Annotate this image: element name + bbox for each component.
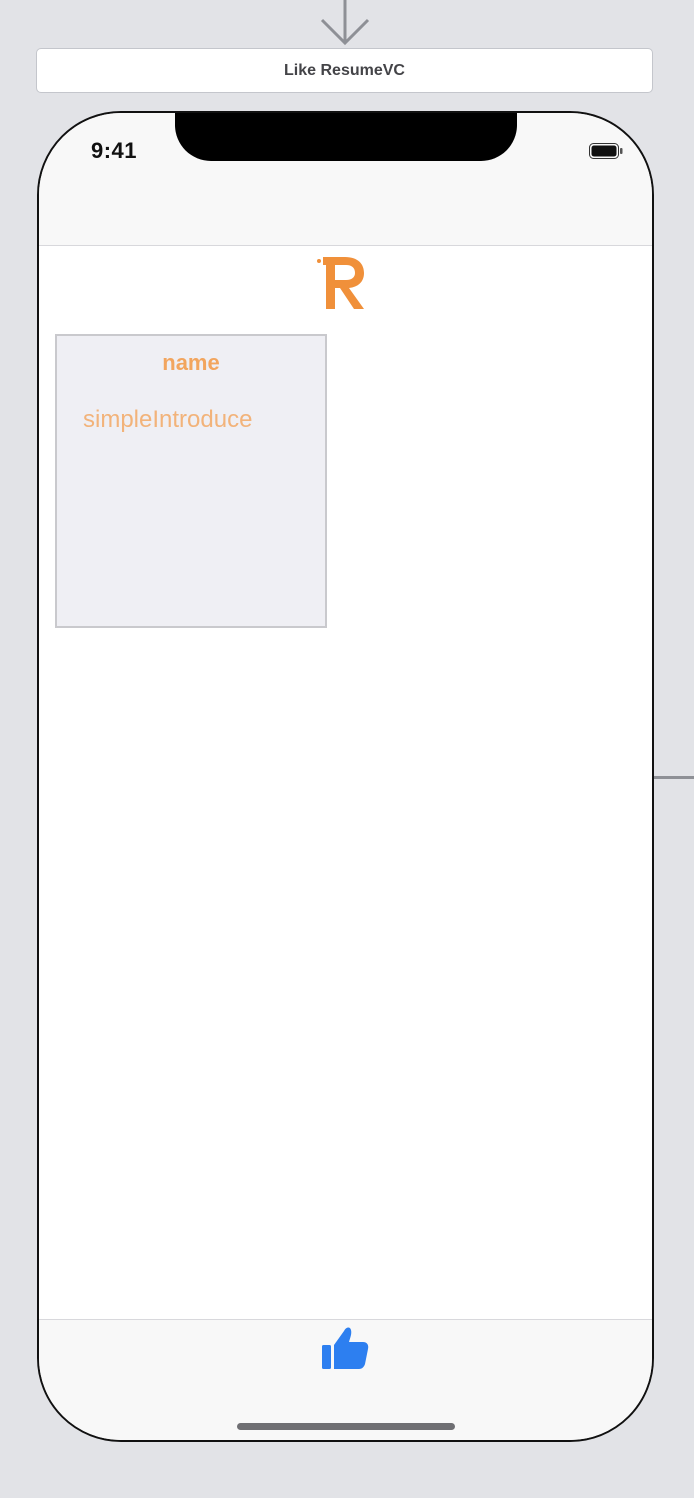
home-indicator	[237, 1423, 455, 1430]
name-label: name	[162, 350, 220, 375]
thumbs-up-icon[interactable]	[319, 1323, 373, 1375]
device-frame: 9:41 name simpleIntroduce	[37, 111, 654, 1442]
battery-full-icon	[589, 143, 623, 159]
simple-introduce-label: simpleIntroduce	[83, 406, 253, 433]
resume-card[interactable]: name simpleIntroduce	[55, 334, 327, 628]
r-logo-icon	[317, 257, 364, 309]
segue-connector[interactable]	[652, 776, 694, 779]
status-time: 9:41	[91, 138, 138, 163]
scene-title: Like ResumeVC	[284, 61, 405, 79]
scene-title-bar[interactable]: Like ResumeVC	[36, 48, 653, 93]
device-notch	[175, 113, 517, 161]
entry-point-arrow-icon	[320, 0, 370, 46]
